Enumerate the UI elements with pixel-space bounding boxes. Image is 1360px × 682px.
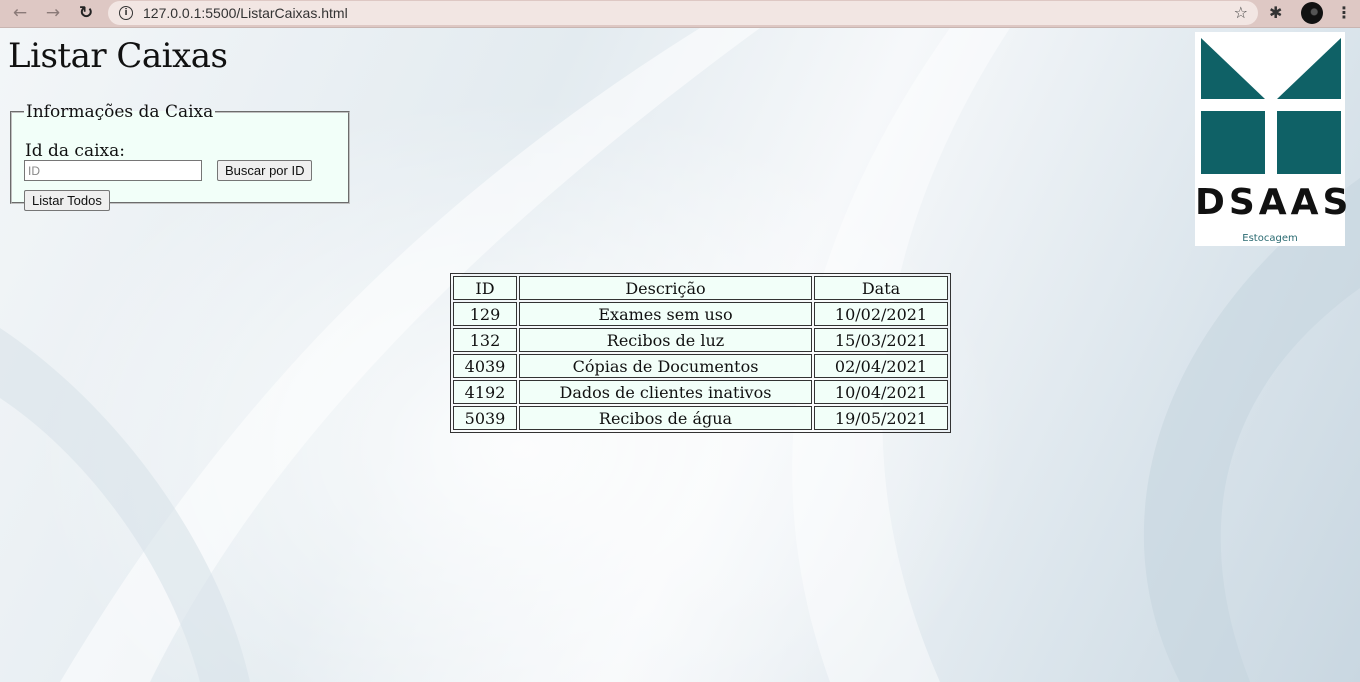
cell-id: 4192 [453, 380, 517, 404]
cell-data: 19/05/2021 [814, 406, 948, 430]
dsaas-logo: DSAAS Estocagem [1195, 32, 1353, 246]
page-content: Listar Caixas Informações da Caixa Id da… [0, 28, 1360, 682]
logo-subtitle: Estocagem [1242, 233, 1298, 244]
browser-menu-icon[interactable]: ⋮ [1336, 3, 1352, 22]
fieldset-legend: Informações da Caixa [26, 102, 214, 122]
address-bar[interactable]: i 127.0.0.1:5500/ListarCaixas.html ☆ [108, 1, 1258, 25]
table-row: 4039 Cópias de Documentos 02/04/2021 [453, 354, 948, 378]
cell-data: 10/02/2021 [814, 302, 948, 326]
cell-descricao: Recibos de água [519, 406, 812, 430]
cell-data: 02/04/2021 [814, 354, 948, 378]
box-info-fieldset: Informações da Caixa Id da caixa: Buscar… [10, 102, 350, 211]
table-row: 5039 Recibos de água 19/05/2021 [453, 406, 948, 430]
browser-toolbar: ← → ↻ i 127.0.0.1:5500/ListarCaixas.html… [0, 0, 1360, 28]
page-title: Listar Caixas [8, 36, 228, 76]
site-info-icon[interactable]: i [119, 6, 133, 20]
reload-icon[interactable]: ↻ [74, 2, 98, 24]
id-input[interactable] [24, 160, 202, 181]
cell-data: 15/03/2021 [814, 328, 948, 352]
cell-id: 132 [453, 328, 517, 352]
cell-descricao: Recibos de luz [519, 328, 812, 352]
cell-descricao: Cópias de Documentos [519, 354, 812, 378]
bookmark-star-icon[interactable]: ☆ [1234, 3, 1248, 22]
header-id: ID [453, 276, 517, 300]
table-row: 132 Recibos de luz 15/03/2021 [453, 328, 948, 352]
cell-descricao: Exames sem uso [519, 302, 812, 326]
list-all-button[interactable]: Listar Todos [24, 190, 110, 211]
table-header-row: ID Descrição Data [453, 276, 948, 300]
cell-id: 129 [453, 302, 517, 326]
back-arrow-icon[interactable]: ← [8, 2, 32, 24]
logo-wordmark: DSAAS [1195, 182, 1353, 223]
header-descricao: Descrição [519, 276, 812, 300]
cell-descricao: Dados de clientes inativos [519, 380, 812, 404]
cell-id: 5039 [453, 406, 517, 430]
logo-mark-icon [1201, 38, 1341, 174]
table-row: 129 Exames sem uso 10/02/2021 [453, 302, 948, 326]
table-row: 4192 Dados de clientes inativos 10/04/20… [453, 380, 948, 404]
extensions-icon[interactable]: ✱ [1269, 3, 1282, 22]
boxes-table: ID Descrição Data 129 Exames sem uso 10/… [450, 273, 951, 433]
header-data: Data [814, 276, 948, 300]
id-label: Id da caixa: [25, 141, 125, 161]
url-text[interactable]: 127.0.0.1:5500/ListarCaixas.html [143, 5, 348, 21]
cell-data: 10/04/2021 [814, 380, 948, 404]
search-by-id-button[interactable]: Buscar por ID [217, 160, 313, 181]
forward-arrow-icon[interactable]: → [41, 2, 65, 24]
cell-id: 4039 [453, 354, 517, 378]
profile-avatar[interactable] [1301, 2, 1323, 24]
